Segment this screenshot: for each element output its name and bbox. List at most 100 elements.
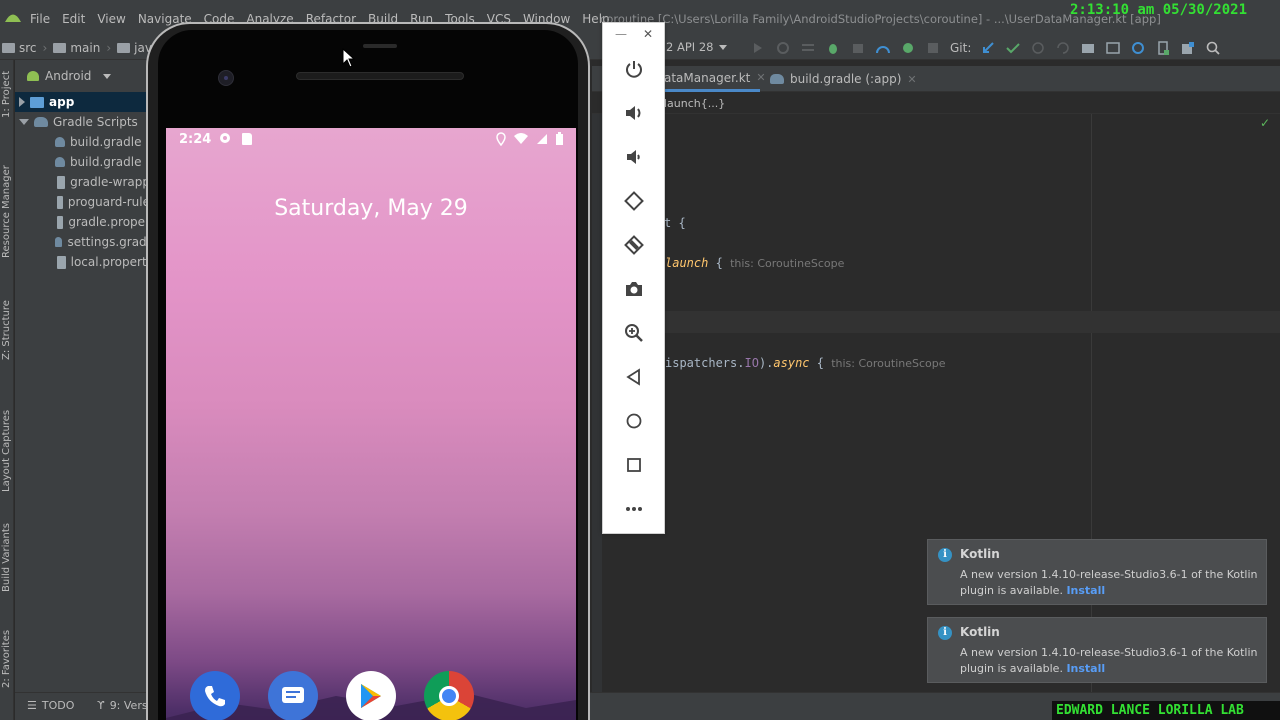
close-icon[interactable]: ✕ bbox=[756, 71, 765, 84]
properties-file-icon bbox=[57, 255, 66, 269]
kotlin-update-notification[interactable]: i Kotlin A new version 1.4.10-release-St… bbox=[927, 539, 1267, 605]
run-icon[interactable] bbox=[750, 40, 766, 56]
messages-app-icon[interactable] bbox=[268, 671, 318, 720]
close-icon[interactable]: ✕ bbox=[907, 73, 916, 86]
breadcrumb-src[interactable]: src bbox=[19, 41, 37, 55]
search-icon[interactable] bbox=[1205, 40, 1221, 56]
rotate-right-button[interactable] bbox=[622, 233, 646, 257]
front-camera-icon bbox=[218, 70, 234, 86]
tree-item-file[interactable]: proguard-rule bbox=[15, 192, 150, 212]
phone-screen[interactable]: 2:24 Saturday, May 29 bbox=[166, 128, 576, 720]
toolbar: Git: bbox=[750, 40, 1221, 56]
code-line[interactable]: launch { this: CoroutineScope bbox=[665, 256, 844, 270]
install-link[interactable]: Install bbox=[1066, 662, 1105, 675]
tree-item-file[interactable]: build.gradle ( bbox=[15, 152, 150, 172]
power-button[interactable] bbox=[622, 57, 646, 81]
git-history-icon[interactable] bbox=[1030, 40, 1046, 56]
kotlin-update-notification[interactable]: i Kotlin A new version 1.4.10-release-St… bbox=[927, 617, 1267, 683]
phone-app-icon[interactable] bbox=[190, 671, 240, 720]
project-structure-icon[interactable] bbox=[1080, 40, 1096, 56]
tree-item-label: gradle.proper bbox=[68, 215, 150, 229]
overview-button[interactable] bbox=[622, 453, 646, 477]
code-text: ispatchers. bbox=[665, 356, 745, 370]
battery-icon bbox=[556, 132, 563, 145]
tool-window-structure[interactable]: Z: Structure bbox=[1, 300, 12, 360]
tool-window-favorites[interactable]: 2: Favorites bbox=[1, 630, 12, 688]
screen-root: File Edit View Navigate Code Analyze Ref… bbox=[0, 0, 1280, 720]
tool-window-resource-manager[interactable]: Resource Manager bbox=[1, 165, 12, 258]
minimize-icon[interactable]: — bbox=[615, 27, 627, 41]
screenshot-button[interactable] bbox=[622, 277, 646, 301]
sync-gradle-icon[interactable] bbox=[1130, 40, 1146, 56]
home-circle-icon bbox=[626, 413, 642, 429]
code-line[interactable]: t { bbox=[664, 216, 686, 230]
tree-item-file[interactable]: local.properti bbox=[15, 252, 150, 272]
tool-window-layout-captures[interactable]: Layout Captures bbox=[1, 410, 12, 492]
chrome-center-icon bbox=[439, 686, 459, 706]
collapse-arrow-icon[interactable] bbox=[19, 119, 29, 125]
device-selector[interactable]: 2 API 28 bbox=[666, 40, 728, 58]
tree-item-file[interactable]: settings.gradl bbox=[15, 232, 150, 252]
coverage-icon[interactable] bbox=[900, 40, 916, 56]
stop-icon[interactable] bbox=[925, 40, 941, 56]
play-store-app-icon[interactable] bbox=[346, 671, 396, 720]
tool-window-version-control[interactable]: ϒ 9: Vers bbox=[97, 699, 148, 712]
sdk-manager-icon[interactable] bbox=[1180, 40, 1196, 56]
git-update-icon[interactable] bbox=[980, 40, 996, 56]
todo-label: TODO bbox=[41, 699, 75, 712]
git-rollback-icon[interactable] bbox=[1055, 40, 1071, 56]
tree-item-file[interactable]: gradle-wrapp bbox=[15, 172, 150, 192]
tree-item-gradle-scripts[interactable]: Gradle Scripts bbox=[15, 112, 150, 132]
android-icon bbox=[27, 71, 39, 81]
tree-item-label: settings.gradl bbox=[67, 235, 150, 249]
code-line[interactable]: ispatchers.IO).async { this: CoroutineSc… bbox=[665, 356, 946, 370]
avd-manager-icon[interactable] bbox=[1155, 40, 1171, 56]
tree-item-file[interactable]: gradle.proper bbox=[15, 212, 150, 232]
profile-icon[interactable] bbox=[875, 40, 891, 56]
menu-edit[interactable]: Edit bbox=[62, 12, 85, 26]
gradle-icon bbox=[55, 237, 63, 247]
phone-status-bar: 2:24 bbox=[166, 128, 576, 152]
home-button[interactable] bbox=[622, 409, 646, 433]
tab-build-gradle[interactable]: build.gradle (:app) ✕ bbox=[770, 66, 917, 92]
rerun-icon[interactable] bbox=[775, 40, 791, 56]
code-breadcrumb[interactable]: launch{...} bbox=[592, 94, 1280, 114]
rotate-left-button[interactable] bbox=[622, 189, 646, 213]
breadcrumb-separator-icon: › bbox=[106, 41, 112, 55]
close-icon[interactable]: ✕ bbox=[643, 27, 653, 41]
terminal-icon[interactable] bbox=[1105, 40, 1121, 56]
right-margin-guide bbox=[1091, 114, 1092, 692]
text-file-icon bbox=[57, 195, 63, 209]
breadcrumb-main[interactable]: main bbox=[70, 41, 100, 55]
tab-user-data-manager[interactable]: ataManager.kt ✕ bbox=[664, 66, 766, 92]
tool-window-build-variants[interactable]: Build Variants bbox=[1, 523, 12, 592]
chrome-app-icon[interactable] bbox=[424, 671, 474, 720]
back-button[interactable] bbox=[622, 365, 646, 389]
attach-debugger-icon[interactable] bbox=[850, 40, 866, 56]
expand-arrow-icon[interactable] bbox=[19, 97, 25, 107]
debug-icon[interactable] bbox=[825, 40, 841, 56]
menu-view[interactable]: View bbox=[97, 12, 125, 26]
tab-label: ataManager.kt bbox=[664, 70, 751, 85]
zoom-button[interactable] bbox=[622, 321, 646, 345]
properties-file-icon bbox=[57, 175, 66, 189]
status-time: 2:24 bbox=[179, 132, 212, 147]
panel-titlebar: — ✕ bbox=[603, 23, 664, 49]
inlay-hint: this: CoroutineScope bbox=[730, 257, 845, 270]
tool-window-project[interactable]: 1: Project bbox=[1, 71, 12, 118]
project-view-selector[interactable]: Android bbox=[15, 60, 150, 92]
install-link[interactable]: Install bbox=[1066, 584, 1105, 597]
git-commit-icon[interactable] bbox=[1005, 40, 1021, 56]
tree-item-label: proguard-rule bbox=[67, 195, 150, 209]
volume-down-button[interactable] bbox=[622, 145, 646, 169]
more-options-button[interactable] bbox=[622, 497, 646, 521]
volume-up-button[interactable] bbox=[622, 101, 646, 125]
rotate-right-icon bbox=[624, 235, 644, 255]
module-folder-icon bbox=[30, 96, 44, 108]
apply-changes-icon[interactable] bbox=[800, 40, 816, 56]
tree-item-file[interactable]: build.gradle ( bbox=[15, 132, 150, 152]
menu-file[interactable]: File bbox=[30, 12, 50, 26]
tool-window-todo[interactable]: ☰ TODO bbox=[27, 699, 74, 712]
tab-label: build.gradle (:app) bbox=[790, 72, 902, 86]
tree-item-app[interactable]: app bbox=[15, 92, 150, 112]
